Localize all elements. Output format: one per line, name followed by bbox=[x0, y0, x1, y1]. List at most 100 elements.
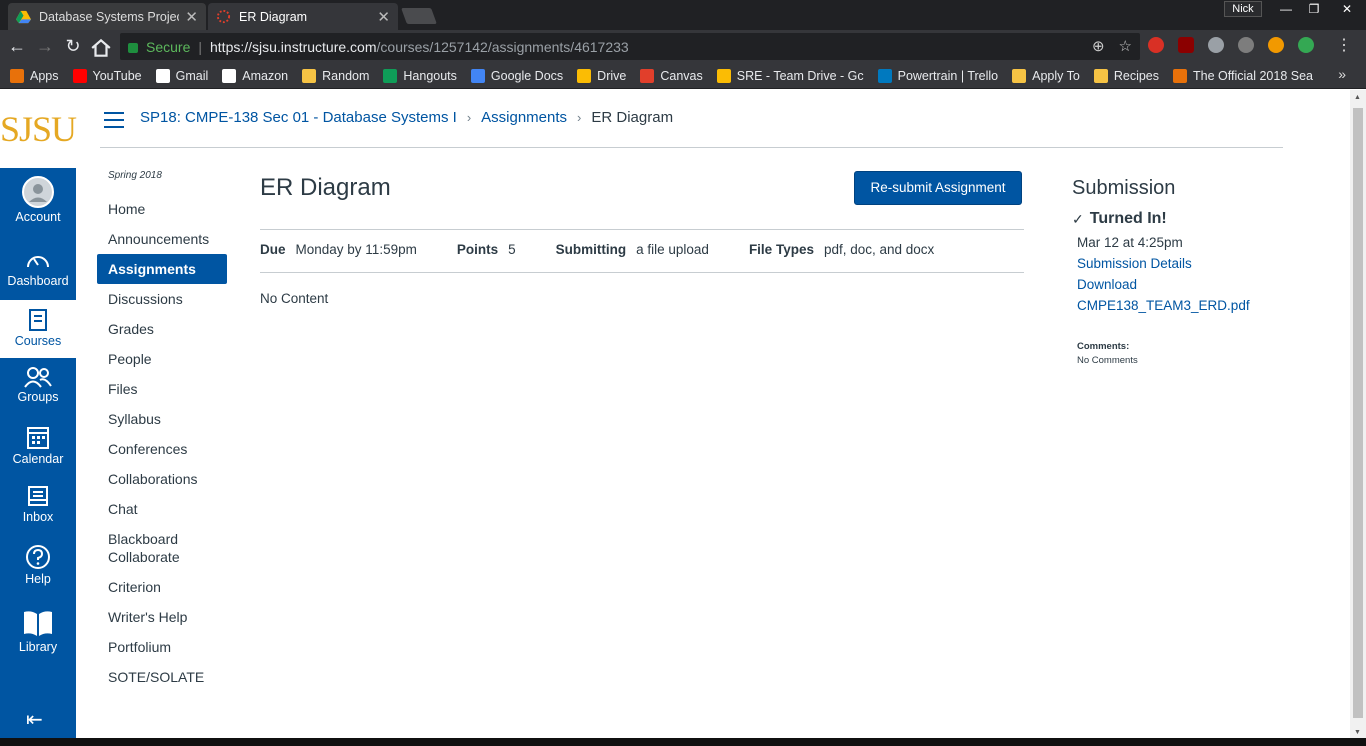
submission-heading: Submission bbox=[1072, 177, 1176, 199]
nav-label: Calendar bbox=[12, 452, 64, 466]
submission-details-link[interactable]: Submission Details bbox=[1077, 256, 1192, 271]
course-nav-item[interactable]: Home bbox=[97, 194, 227, 224]
close-window-icon[interactable]: ✕ bbox=[1328, 0, 1366, 20]
bookmark-item[interactable]: Amazon bbox=[222, 68, 288, 83]
bookmark-item[interactable]: Hangouts bbox=[383, 68, 457, 83]
course-nav-item[interactable]: People bbox=[97, 344, 227, 374]
bookmark-item[interactable]: YouTube bbox=[72, 68, 142, 83]
bookmark-label: Apps bbox=[30, 68, 59, 83]
bookmark-item[interactable]: Recipes bbox=[1093, 68, 1159, 83]
bookmark-label: Powertrain | Trello bbox=[897, 68, 999, 83]
course-nav-item[interactable]: Chat bbox=[97, 494, 227, 524]
breadcrumb-assignments[interactable]: Assignments bbox=[481, 109, 567, 126]
course-nav-item[interactable]: Discussions bbox=[97, 284, 227, 314]
page-scrollbar[interactable]: ▲ ▼ bbox=[1350, 90, 1366, 738]
url-separator: | bbox=[198, 38, 202, 55]
bookmark-item[interactable]: Random bbox=[302, 68, 370, 83]
course-nav-item[interactable]: Portfolium bbox=[97, 632, 227, 662]
nav-help[interactable]: Help bbox=[0, 544, 76, 602]
resubmit-assignment-button[interactable]: Re-submit Assignment bbox=[854, 171, 1022, 205]
minimize-icon[interactable]: — bbox=[1272, 0, 1300, 20]
zoom-icon[interactable]: ⊕ bbox=[1092, 37, 1105, 55]
bookmark-item[interactable]: Google Docs bbox=[470, 68, 563, 83]
course-nav-item[interactable]: Files bbox=[97, 374, 227, 404]
scroll-down-icon[interactable]: ▼ bbox=[1354, 729, 1361, 736]
course-nav-item[interactable]: Grades bbox=[97, 314, 227, 344]
submission-file-link[interactable]: CMPE138_TEAM3_ERD.pdf bbox=[1077, 298, 1250, 313]
course-nav-item[interactable]: SOTE/SOLATE bbox=[97, 662, 227, 692]
nav-dashboard[interactable]: Dashboard bbox=[0, 244, 76, 300]
bookmark-item[interactable]: Canvas bbox=[640, 68, 703, 83]
forward-icon[interactable]: → bbox=[34, 35, 56, 57]
check-icon: ✓ bbox=[1072, 210, 1084, 227]
bulb-icon[interactable] bbox=[1238, 37, 1254, 53]
address-bar[interactable]: Secure | https://sjsu.instructure.com /c… bbox=[120, 33, 1140, 60]
course-nav-item[interactable]: Criterion bbox=[97, 572, 227, 602]
extension-icon[interactable] bbox=[1298, 37, 1314, 53]
extensions bbox=[1148, 37, 1314, 53]
bookmark-item[interactable]: The Official 2018 Sea bbox=[1173, 68, 1313, 83]
nav-account[interactable]: Account bbox=[0, 168, 76, 234]
window-controls: — ❐ ✕ bbox=[1272, 0, 1366, 20]
amazon-icon bbox=[222, 68, 237, 83]
course-nav-item[interactable]: Blackboard Collaborate bbox=[97, 524, 227, 572]
nav-calendar[interactable]: Calendar bbox=[0, 424, 76, 482]
bookmark-item[interactable]: Drive bbox=[577, 68, 626, 83]
browser-tab[interactable]: Database Systems Projec ✕ bbox=[8, 3, 206, 30]
restore-icon[interactable]: ❐ bbox=[1300, 0, 1328, 20]
bookmark-label: SRE - Team Drive - Gc bbox=[736, 68, 864, 83]
scroll-up-icon[interactable]: ▲ bbox=[1354, 94, 1361, 101]
bookmark-item[interactable]: Apply To bbox=[1012, 68, 1080, 83]
bookmark-item[interactable]: Apps bbox=[10, 68, 59, 83]
bookmark-item[interactable]: Gmail bbox=[155, 68, 208, 83]
collapse-nav-icon[interactable]: ⇤ bbox=[26, 707, 43, 732]
nav-groups[interactable]: Groups bbox=[0, 366, 76, 420]
nav-label: Library bbox=[18, 640, 58, 654]
close-tab-icon[interactable]: ✕ bbox=[377, 8, 390, 26]
profile-button[interactable]: Nick bbox=[1224, 1, 1262, 17]
close-tab-icon[interactable]: ✕ bbox=[185, 8, 198, 26]
chrome-menu-icon[interactable]: ⋮ bbox=[1336, 35, 1352, 55]
course-nav-item[interactable]: Assignments bbox=[97, 254, 227, 284]
details-divider bbox=[260, 272, 1024, 273]
more-bookmarks-icon[interactable]: » bbox=[1338, 66, 1346, 82]
download-link[interactable]: Download bbox=[1077, 277, 1137, 292]
extension-icon[interactable] bbox=[1148, 37, 1164, 53]
extension-icon[interactable] bbox=[1268, 37, 1284, 53]
nav-inbox[interactable]: Inbox bbox=[0, 484, 76, 542]
tab-title: ER Diagram bbox=[239, 9, 308, 24]
browser-tab-active[interactable]: ER Diagram ✕ bbox=[208, 3, 398, 30]
bookmark-label: YouTube bbox=[92, 68, 142, 83]
back-icon[interactable]: ← bbox=[6, 35, 28, 57]
drive-extension-icon[interactable] bbox=[1208, 37, 1224, 53]
term-label: Spring 2018 bbox=[108, 170, 162, 181]
bookmark-label: Canvas bbox=[660, 68, 703, 83]
reload-icon[interactable]: ↻ bbox=[62, 35, 84, 57]
status-text: Turned In! bbox=[1089, 210, 1167, 227]
bookmark-label: Random bbox=[322, 68, 370, 83]
new-tab-button[interactable] bbox=[401, 8, 437, 24]
tab-title: Database Systems Projec bbox=[39, 9, 180, 24]
breadcrumb-course[interactable]: SP18: CMPE-138 Sec 01 - Database Systems… bbox=[140, 109, 457, 126]
nav-library[interactable]: Library bbox=[0, 604, 76, 672]
ublock-icon[interactable] bbox=[1178, 37, 1194, 53]
course-nav-item[interactable]: Announcements bbox=[97, 224, 227, 254]
sjsu-logo[interactable]: SJSU bbox=[0, 108, 77, 150]
home-icon[interactable] bbox=[90, 37, 112, 59]
page-title: ER Diagram bbox=[260, 174, 391, 201]
nav-courses[interactable]: Courses bbox=[0, 300, 76, 358]
course-menu-toggle-icon[interactable] bbox=[104, 112, 124, 133]
star-icon[interactable]: ☆ bbox=[1119, 37, 1132, 55]
course-nav-item[interactable]: Writer's Help bbox=[97, 602, 227, 632]
courses-icon bbox=[29, 309, 47, 331]
course-nav-item[interactable]: Conferences bbox=[97, 434, 227, 464]
course-nav-item[interactable]: Collaborations bbox=[97, 464, 227, 494]
url-host: https://sjsu.instructure.com bbox=[210, 38, 377, 55]
course-nav-item[interactable]: Syllabus bbox=[97, 404, 227, 434]
bookmark-item[interactable]: Powertrain | Trello bbox=[877, 68, 999, 83]
header-divider bbox=[100, 147, 1283, 148]
bookmark-item[interactable]: SRE - Team Drive - Gc bbox=[716, 68, 864, 83]
scroll-thumb[interactable] bbox=[1353, 108, 1363, 718]
dashboard-icon bbox=[27, 256, 49, 268]
library-icon bbox=[24, 611, 52, 636]
